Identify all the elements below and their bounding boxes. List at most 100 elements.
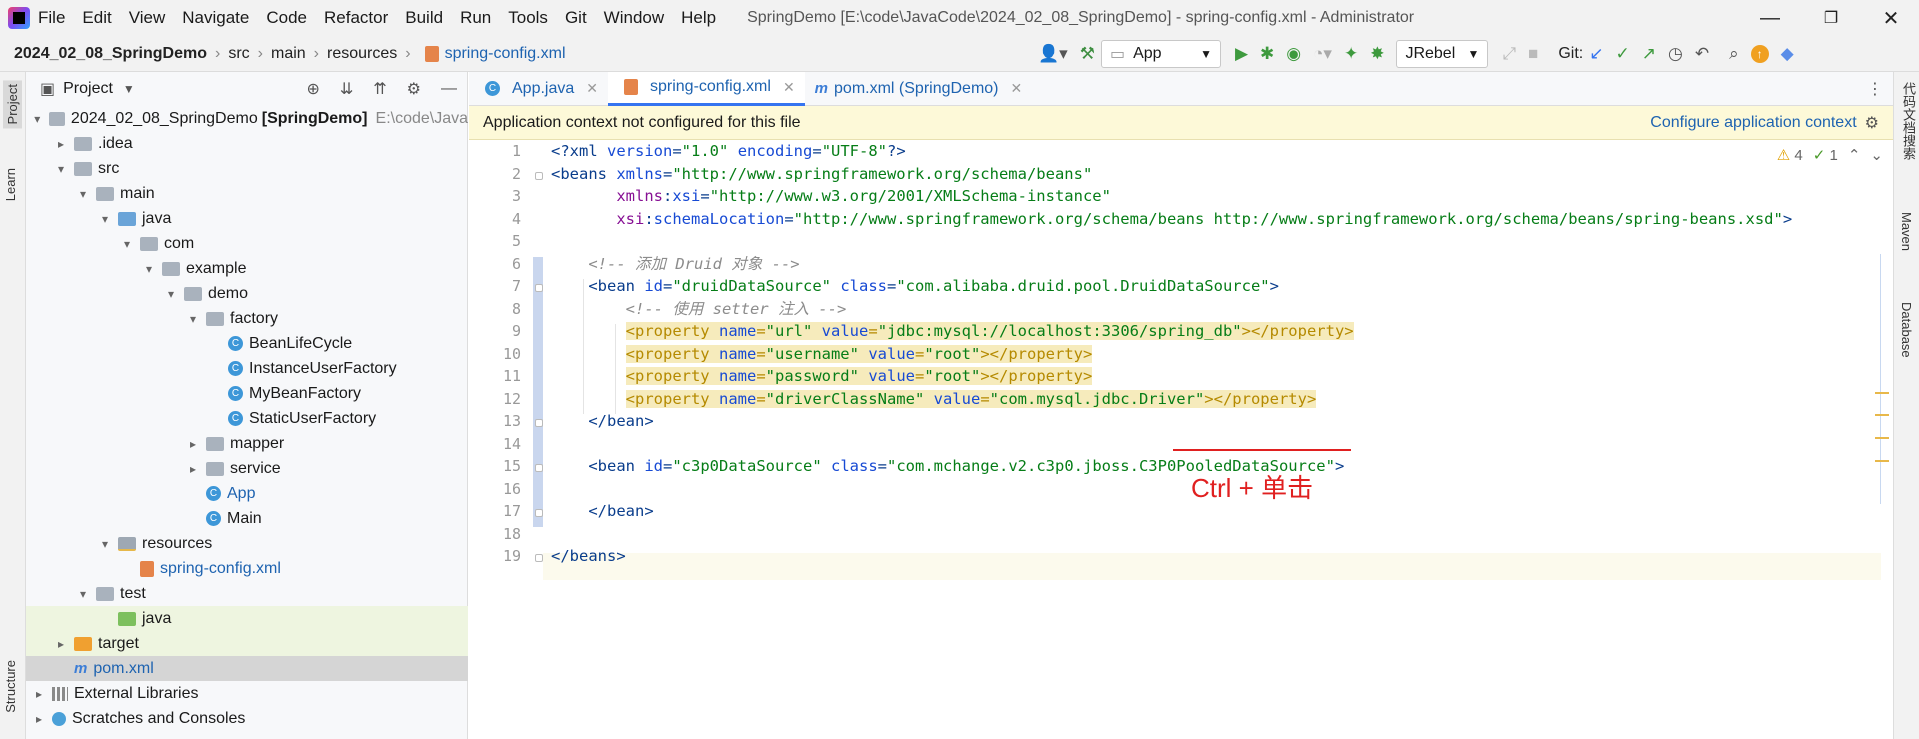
git-commit-icon[interactable]: ✓ xyxy=(1615,44,1629,64)
update-icon[interactable]: ↑ xyxy=(1750,45,1769,63)
coverage-icon[interactable]: ◉ xyxy=(1286,44,1301,64)
breadcrumb-resources[interactable]: resources xyxy=(327,45,397,63)
menu-edit[interactable]: Edit xyxy=(82,8,111,28)
expand-arrow-icon[interactable]: ▾ xyxy=(76,187,90,201)
run-config-select[interactable]: ▭ App ▼ xyxy=(1100,40,1221,68)
hide-icon[interactable]: — xyxy=(441,80,457,98)
tree-item[interactable]: ▾ resources xyxy=(26,531,468,556)
close-icon[interactable]: ✕ xyxy=(1011,80,1023,97)
tree-item[interactable]: ▸ target xyxy=(26,631,468,656)
code-line[interactable]: </bean> xyxy=(551,498,653,525)
breadcrumb-main[interactable]: main xyxy=(271,45,306,63)
tree-item[interactable]: ▾ java xyxy=(26,206,468,231)
git-push-icon[interactable]: ↗ xyxy=(1642,44,1656,64)
git-update-icon[interactable]: ↙ xyxy=(1589,44,1603,64)
tab-app-java[interactable]: C App.java ✕ xyxy=(469,72,608,106)
tree-item[interactable]: ▸ service xyxy=(26,456,468,481)
fold-marker-icon[interactable] xyxy=(535,509,543,517)
code-line[interactable]: </bean> xyxy=(551,408,653,435)
gear-icon[interactable]: ⚙ xyxy=(407,79,421,99)
menu-tools[interactable]: Tools xyxy=(508,8,548,28)
fold-marker-icon[interactable] xyxy=(535,464,543,472)
tree-item[interactable]: ▾ main xyxy=(26,181,468,206)
menu-help[interactable]: Help xyxy=(681,8,716,28)
code-line[interactable]: <property name="driverClassName" value="… xyxy=(551,386,1317,413)
history-icon[interactable]: ◷ xyxy=(1668,44,1683,64)
expand-arrow-icon[interactable]: ▾ xyxy=(164,287,178,301)
expand-arrow-icon[interactable]: ▾ xyxy=(98,537,112,551)
breadcrumb-file[interactable]: spring-config.xml xyxy=(445,45,566,63)
menu-window[interactable]: Window xyxy=(604,8,664,28)
tab-pom-xml[interactable]: m pom.xml (SpringDemo) ✕ xyxy=(805,72,1033,106)
run-icon[interactable]: ▶ xyxy=(1235,44,1248,64)
menu-build[interactable]: Build xyxy=(405,8,443,28)
structure-tool-button[interactable]: Structure xyxy=(3,660,18,713)
menu-navigate[interactable]: Navigate xyxy=(182,8,249,28)
collapse-arrow-icon[interactable]: ▸ xyxy=(32,712,46,726)
profile-icon[interactable]: ◔▾ xyxy=(1313,44,1332,64)
close-icon[interactable]: ✕ xyxy=(586,80,598,97)
stop-icon[interactable]: ■ xyxy=(1528,44,1538,64)
locate-icon[interactable]: ⊕ xyxy=(306,79,319,99)
chevron-down-icon[interactable]: ▼ xyxy=(123,82,135,96)
gear-icon[interactable]: ⚙ xyxy=(1865,113,1879,133)
close-window-button[interactable]: ✕ xyxy=(1863,0,1919,36)
collapse-arrow-icon[interactable]: ▸ xyxy=(186,462,200,476)
tree-item[interactable]: spring-config.xml xyxy=(26,556,468,581)
tree-item[interactable]: ▸ Scratches and Consoles xyxy=(26,706,468,731)
warning-marker[interactable] xyxy=(1875,460,1889,462)
menu-code[interactable]: Code xyxy=(266,8,307,28)
project-tool-button[interactable]: Project xyxy=(3,80,22,129)
collapse-arrow-icon[interactable]: ▸ xyxy=(32,687,46,701)
fold-marker-icon[interactable] xyxy=(535,419,543,427)
expand-arrow-icon[interactable]: ▾ xyxy=(76,587,90,601)
expand-arrow-icon[interactable]: ▾ xyxy=(98,212,112,226)
vcs-change-bar[interactable] xyxy=(533,256,543,527)
jrebel-debug-icon[interactable]: ✸ xyxy=(1370,44,1384,64)
menu-refactor[interactable]: Refactor xyxy=(324,8,388,28)
maven-tool-button[interactable]: Maven xyxy=(1899,212,1914,251)
tree-item[interactable]: ▾ demo xyxy=(26,281,468,306)
tree-item[interactable]: ▾ com xyxy=(26,231,468,256)
expand-all-icon[interactable]: ⇊ xyxy=(340,79,353,99)
tree-item[interactable]: ▾ 2024_02_08_SpringDemo [SpringDemo] E:\cod… xyxy=(26,106,468,131)
search-icon[interactable]: ⌕ xyxy=(1729,44,1739,64)
jrebel-select[interactable]: JRebel ▼ xyxy=(1396,40,1489,68)
tree-item[interactable]: ▾ src xyxy=(26,156,468,181)
tree-item[interactable]: C App xyxy=(26,481,468,506)
menu-view[interactable]: View xyxy=(129,8,166,28)
tree-item[interactable]: java xyxy=(26,606,468,631)
chevron-up-icon[interactable]: ⌃ xyxy=(1848,146,1861,164)
code-editor[interactable]: 1 2 3 4 5 6 7 8 9 10 11 12 13 14 15 16 17 18 19 <?xml vers… xyxy=(469,140,1893,739)
tree-item[interactable]: ▾ test xyxy=(26,581,468,606)
tree-item[interactable]: C BeanLifeCycle xyxy=(26,331,468,356)
configure-context-link[interactable]: Configure application context xyxy=(1650,114,1856,132)
expand-arrow-icon[interactable]: ▾ xyxy=(186,312,200,326)
tree-item[interactable]: ▾ factory xyxy=(26,306,468,331)
tree-item[interactable]: C StaticUserFactory xyxy=(26,406,468,431)
warning-marker[interactable] xyxy=(1875,392,1889,394)
project-panel-title[interactable]: Project xyxy=(63,80,113,98)
rollback-icon[interactable]: ↶ xyxy=(1695,44,1709,64)
database-tool-button[interactable]: Database xyxy=(1899,302,1914,358)
tree-item[interactable]: ▸ External Libraries xyxy=(26,681,468,706)
menu-git[interactable]: Git xyxy=(565,8,587,28)
tree-item[interactable]: ▸ .idea xyxy=(26,131,468,156)
menu-run[interactable]: Run xyxy=(460,8,491,28)
tree-item[interactable]: ▾ example xyxy=(26,256,468,281)
collapse-all-icon[interactable]: ⇈ xyxy=(373,79,386,99)
warning-marker[interactable] xyxy=(1875,437,1889,439)
fold-marker-icon[interactable] xyxy=(535,284,543,292)
attach-icon[interactable]: ⤢ xyxy=(1502,44,1516,64)
inspection-widget[interactable]: ⚠ 4 ✓ 1 ⌃ ⌄ xyxy=(1777,146,1883,164)
tree-item[interactable]: ▸ mapper xyxy=(26,431,468,456)
chevron-down-icon[interactable]: ⌄ xyxy=(1870,146,1883,164)
toolbox-icon[interactable]: ◆ xyxy=(1781,44,1794,64)
breadcrumb-project[interactable]: 2024_02_08_SpringDemo xyxy=(14,45,207,63)
code-line[interactable]: xsi:schemaLocation="http://www.springfra… xyxy=(551,206,1792,233)
expand-arrow-icon[interactable]: ▾ xyxy=(54,162,68,176)
expand-arrow-icon[interactable]: ▾ xyxy=(142,262,156,276)
fold-marker-icon[interactable] xyxy=(535,554,543,562)
learn-tool-button[interactable]: Learn xyxy=(3,168,18,201)
tree-item[interactable]: C InstanceUserFactory xyxy=(26,356,468,381)
